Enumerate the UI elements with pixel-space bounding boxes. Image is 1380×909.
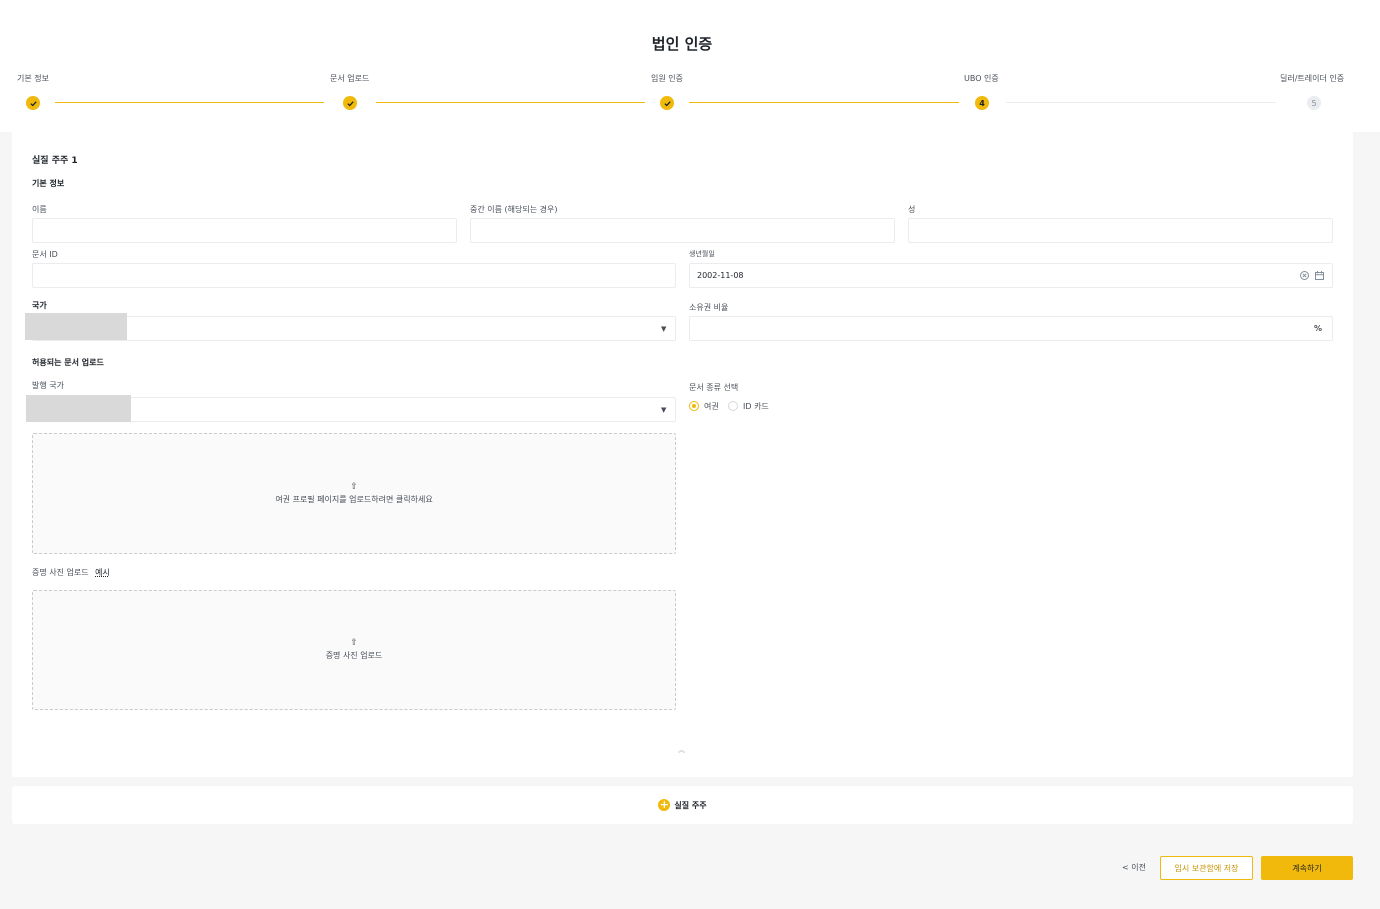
redacted-block: [26, 395, 131, 422]
proof-upload-text: 증명 사진 업로드: [325, 651, 383, 660]
first-name-label: 이름: [32, 205, 47, 214]
ubo-form-card: 실질 주주 1 기본 정보 이름 중간 이름 (해당되는 경우) 성 문서 ID…: [12, 131, 1353, 777]
step-3-check-icon: [660, 96, 674, 110]
passport-upload-dropzone[interactable]: ⇧ 여권 프로필 페이지를 업로드하려면 클릭하세요: [32, 433, 676, 554]
middle-name-label: 중간 이름 (해당되는 경우): [470, 205, 558, 214]
upload-section-title: 허용되는 문서 업로드: [32, 358, 104, 367]
issuing-country-label: 발행 국가: [32, 381, 64, 390]
upload-icon: ⇧: [350, 638, 358, 648]
header-area: [0, 0, 1380, 132]
page-title: 법인 인증: [651, 35, 713, 53]
first-name-input[interactable]: [32, 218, 457, 243]
radio-id-card-label[interactable]: ID 카드: [743, 401, 769, 412]
back-link[interactable]: < 이전: [1122, 862, 1146, 873]
continue-button[interactable]: 계속하기: [1261, 856, 1353, 880]
dob-label: 생년월일: [689, 250, 715, 258]
plus-circle-icon: +: [658, 798, 671, 811]
section-title: 실질 주주 1: [32, 156, 78, 166]
document-id-label: 문서 ID: [32, 250, 58, 259]
radio-passport-label[interactable]: 여권: [704, 401, 719, 412]
chevron-down-icon: ▼: [661, 325, 667, 333]
basic-info-title: 기본 정보: [32, 179, 65, 188]
step-1-check-icon: [26, 96, 40, 110]
step-label-document-upload: 문서 업로드: [330, 74, 370, 83]
country-label: 국가: [32, 301, 47, 310]
middle-name-input[interactable]: [470, 218, 895, 243]
doc-type-label: 문서 종류 선택: [689, 383, 739, 392]
step-connector: [55, 102, 324, 103]
step-connector: [689, 102, 959, 103]
step-connector: [376, 102, 645, 103]
country-select[interactable]: [32, 316, 676, 341]
clear-icon[interactable]: [1299, 270, 1310, 281]
last-name-label: 성: [908, 205, 916, 214]
document-id-input[interactable]: [32, 263, 676, 288]
passport-upload-text: 여권 프로필 페이지를 업로드하려면 클릭하세요: [275, 494, 433, 504]
add-owner-label: 실질 주주: [674, 800, 707, 810]
ownership-unit: %: [1314, 324, 1323, 333]
radio-passport[interactable]: [689, 401, 699, 411]
step-label-basic-info: 기본 정보: [17, 74, 49, 83]
dob-input[interactable]: 2002-11-08: [689, 263, 1333, 288]
upload-icon: ⇧: [350, 481, 358, 492]
radio-id-card[interactable]: [728, 401, 738, 411]
chevron-double-up-icon[interactable]: ︽: [678, 745, 685, 755]
step-5-marker: 5: [1307, 96, 1321, 110]
ownership-input[interactable]: [689, 316, 1333, 341]
step-connector: [1006, 102, 1276, 103]
dob-value: 2002-11-08: [697, 271, 744, 280]
step-label-ubo-verification: UBO 인증: [964, 74, 999, 83]
step-label-officer-verification: 임원 인증: [651, 74, 683, 83]
step-label-dealer-verification: 딜러/트레이더 인증: [1280, 74, 1345, 83]
redacted-block: [25, 313, 127, 340]
save-draft-button[interactable]: 임시 보관함에 저장: [1160, 856, 1253, 880]
example-link[interactable]: 예시: [95, 568, 110, 577]
ownership-label: 소유권 비율: [689, 303, 729, 312]
step-4-marker: 4: [975, 96, 989, 110]
proof-photo-dropzone[interactable]: ⇧ 증명 사진 업로드: [32, 590, 676, 710]
step-2-check-icon: [343, 96, 357, 110]
last-name-input[interactable]: [908, 218, 1333, 243]
chevron-down-icon: ▼: [661, 406, 667, 414]
proof-photo-label: 증명 사진 업로드 예시: [32, 567, 110, 578]
add-owner-button[interactable]: + 실질 주주: [12, 786, 1353, 824]
proof-photo-label-text: 증명 사진 업로드: [32, 568, 89, 577]
calendar-icon[interactable]: [1314, 270, 1325, 281]
